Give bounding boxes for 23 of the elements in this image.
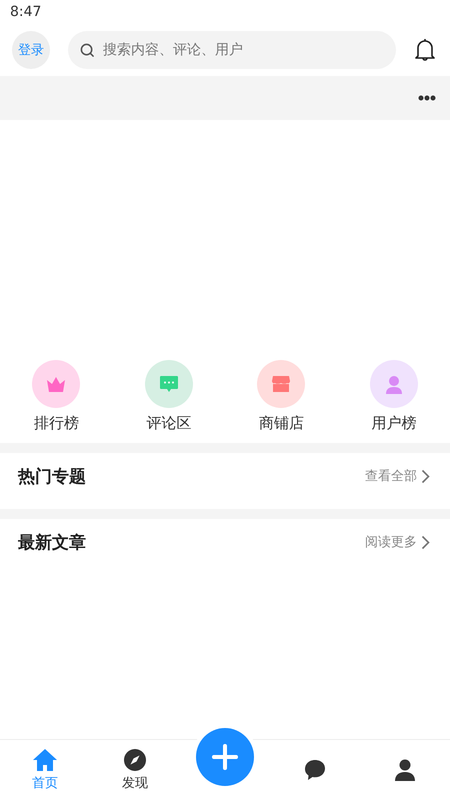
search-bar[interactable]: 搜索内容、评论、用户 — [68, 31, 396, 69]
section-link[interactable]: 查看全部 — [365, 467, 417, 485]
shortcut-button[interactable] — [370, 360, 418, 408]
shortcut-button[interactable] — [32, 360, 80, 408]
message-tab[interactable] — [303, 758, 327, 782]
plus-icon — [210, 742, 240, 772]
chevron-icon[interactable] — [421, 468, 430, 484]
more-icon[interactable] — [418, 95, 436, 101]
shortcut-label[interactable]: 排行榜 — [34, 414, 79, 433]
shortcut-button[interactable] — [257, 360, 306, 408]
chevron-icon[interactable] — [421, 534, 430, 550]
discover-tab[interactable]: 发现 — [122, 748, 148, 792]
shortcut-label[interactable]: 商铺店 — [258, 414, 304, 433]
search-icon — [80, 42, 95, 58]
section-title: 热门专题 — [18, 466, 87, 488]
section-title: 最新文章 — [18, 532, 87, 554]
bell-icon[interactable] — [414, 38, 436, 62]
search-field[interactable]: 搜索内容、评论、用户 — [101, 41, 384, 59]
status-time: 8:47 — [10, 4, 42, 20]
section-link[interactable]: 阅读更多 — [365, 533, 417, 551]
profile-tab[interactable] — [393, 758, 417, 782]
shortcut-label[interactable]: 用户榜 — [371, 414, 416, 433]
shortcut-label[interactable]: 评论区 — [146, 414, 192, 433]
